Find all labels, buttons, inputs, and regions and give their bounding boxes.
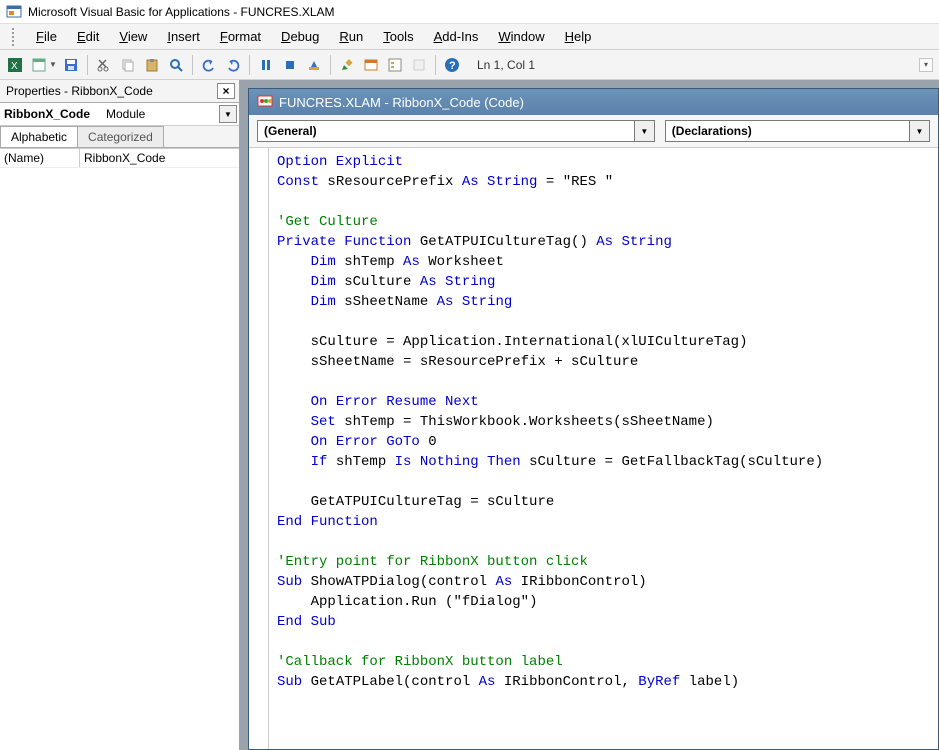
object-combo[interactable]: (General) ▼: [257, 120, 655, 142]
design-mode-icon[interactable]: [336, 54, 358, 76]
property-row[interactable]: (Name) RibbonX_Code: [0, 149, 239, 168]
property-key: (Name): [0, 149, 80, 167]
menu-window[interactable]: Window: [488, 27, 554, 46]
window-title: Microsoft Visual Basic for Applications …: [28, 5, 335, 19]
mdi-area: FUNCRES.XLAM - RibbonX_Code (Code) (Gene…: [240, 80, 939, 750]
properties-grid: (Name) RibbonX_Code: [0, 148, 239, 750]
main-area: Properties - RibbonX_Code × RibbonX_Code…: [0, 80, 939, 750]
properties-titlebar: Properties - RibbonX_Code ×: [0, 80, 239, 103]
cut-icon[interactable]: [93, 54, 115, 76]
menu-addins[interactable]: Add-Ins: [424, 27, 489, 46]
code-editor[interactable]: Option ExplicitConst sResourcePrefix As …: [269, 148, 938, 749]
code-titlebar[interactable]: FUNCRES.XLAM - RibbonX_Code (Code): [249, 89, 938, 115]
properties-object-name: RibbonX_Code: [2, 107, 102, 121]
menubar: FileEditViewInsertFormatDebugRunToolsAdd…: [0, 24, 939, 50]
code-window: FUNCRES.XLAM - RibbonX_Code (Code) (Gene…: [248, 88, 939, 750]
procedure-combo-value: (Declarations): [672, 124, 752, 138]
code-gutter: [249, 148, 269, 749]
module-icon: [257, 93, 273, 112]
object-combo-value: (General): [264, 124, 317, 138]
properties-title-text: Properties - RibbonX_Code: [6, 84, 153, 98]
code-combo-row: (General) ▼ (Declarations) ▼: [249, 115, 938, 148]
titlebar: Microsoft Visual Basic for Applications …: [0, 0, 939, 24]
vba-app-icon: [6, 4, 22, 20]
menu-file[interactable]: File: [26, 27, 67, 46]
insert-module-icon[interactable]: [28, 54, 50, 76]
properties-tabs: Alphabetic Categorized: [0, 126, 239, 148]
paste-icon[interactable]: [141, 54, 163, 76]
menu-tools[interactable]: Tools: [373, 27, 423, 46]
properties-window-icon[interactable]: [384, 54, 406, 76]
run-icon[interactable]: [255, 54, 277, 76]
code-window-title: FUNCRES.XLAM - RibbonX_Code (Code): [279, 95, 524, 110]
svg-text:X: X: [11, 61, 18, 72]
toolbar: X ▼: [0, 50, 939, 80]
break-icon[interactable]: [279, 54, 301, 76]
object-browser-icon[interactable]: [408, 54, 430, 76]
menu-run[interactable]: Run: [329, 27, 373, 46]
menu-edit[interactable]: Edit: [67, 27, 109, 46]
menu-insert[interactable]: Insert: [157, 27, 210, 46]
redo-icon[interactable]: [222, 54, 244, 76]
procedure-combo[interactable]: (Declarations) ▼: [665, 120, 930, 142]
tab-categorized[interactable]: Categorized: [77, 126, 164, 147]
excel-icon[interactable]: X: [4, 54, 26, 76]
menu-help[interactable]: Help: [555, 27, 602, 46]
find-icon[interactable]: [165, 54, 187, 76]
properties-object-type: Module: [102, 107, 219, 121]
properties-close-button[interactable]: ×: [217, 83, 235, 99]
copy-icon[interactable]: [117, 54, 139, 76]
properties-object-combo[interactable]: RibbonX_Code Module ▼: [0, 103, 239, 126]
cursor-position: Ln 1, Col 1: [471, 56, 631, 74]
menu-view[interactable]: View: [109, 27, 157, 46]
insert-dropdown-arrow[interactable]: ▼: [48, 60, 58, 69]
undo-icon[interactable]: [198, 54, 220, 76]
help-icon[interactable]: ?: [441, 54, 463, 76]
project-explorer-icon[interactable]: [360, 54, 382, 76]
menu-debug[interactable]: Debug: [271, 27, 329, 46]
tab-alphabetic[interactable]: Alphabetic: [0, 126, 78, 147]
toolbar-overflow[interactable]: ▾: [919, 58, 933, 72]
menu-format[interactable]: Format: [210, 27, 271, 46]
chevron-down-icon[interactable]: ▼: [634, 121, 654, 141]
menubar-grip[interactable]: [12, 28, 16, 46]
save-icon[interactable]: [60, 54, 82, 76]
reset-icon[interactable]: [303, 54, 325, 76]
chevron-down-icon[interactable]: ▼: [909, 121, 929, 141]
svg-text:?: ?: [449, 60, 456, 72]
property-value[interactable]: RibbonX_Code: [80, 149, 239, 167]
chevron-down-icon[interactable]: ▼: [219, 105, 237, 123]
properties-pane: Properties - RibbonX_Code × RibbonX_Code…: [0, 80, 240, 750]
